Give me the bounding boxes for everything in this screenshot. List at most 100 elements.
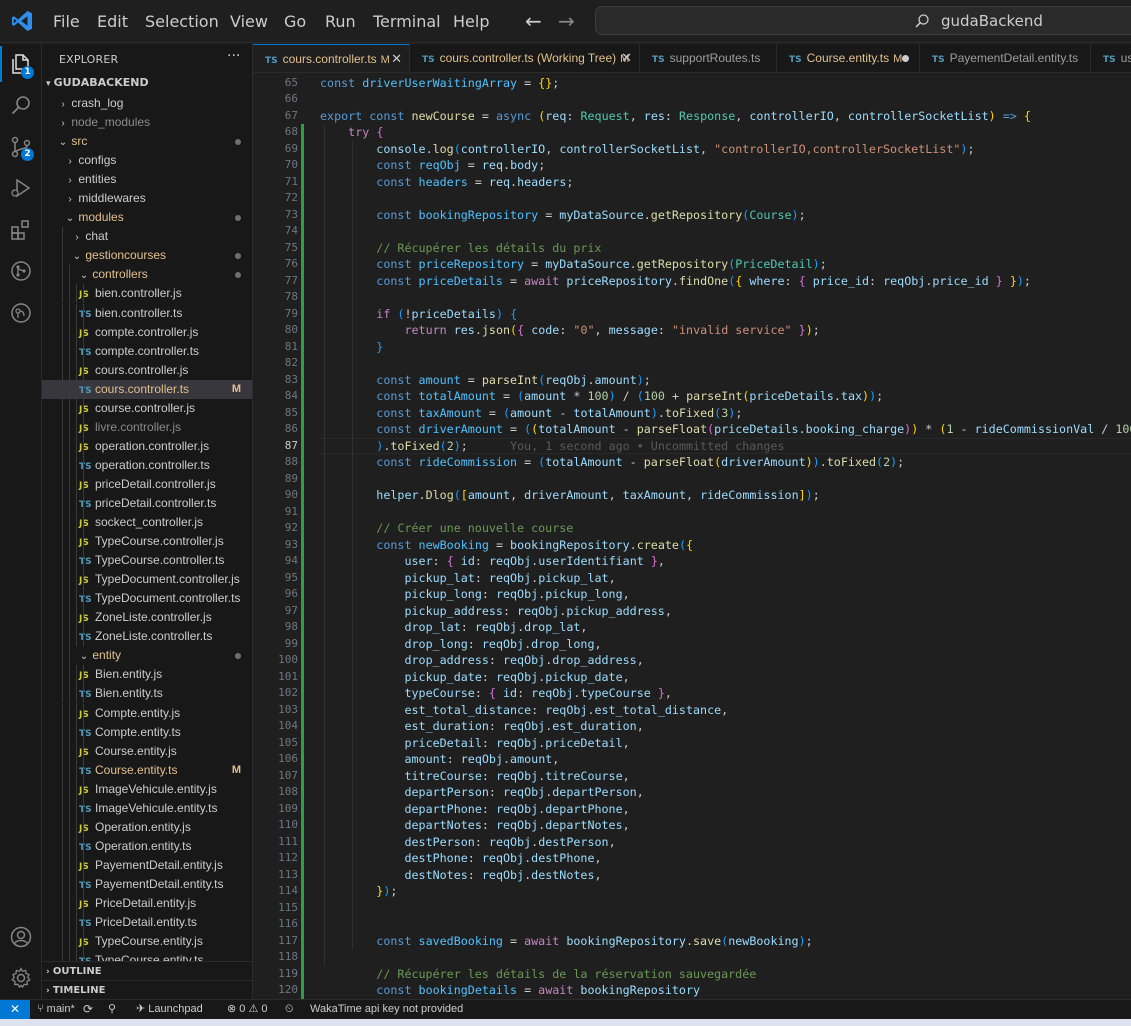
account-icon[interactable] (9, 925, 33, 949)
code-line[interactable]: const driverUserWaitingArray = {}; (320, 75, 559, 92)
tree-file[interactable]: JScompte.controller.js (42, 322, 252, 342)
tree-file[interactable]: TS operation.controller.ts (42, 455, 252, 475)
tree-folder[interactable]: ⌄ gestioncourses (42, 246, 252, 266)
branch-indicator[interactable]: ⑂ main* (37, 1000, 75, 1019)
code-line[interactable]: departPhone: reqObj.departPhone, (320, 801, 629, 818)
code-line[interactable]: return res.json({ code: "0", message: "i… (320, 322, 819, 339)
code-line[interactable]: departNotes: reqObj.departNotes, (320, 817, 629, 834)
menu-help[interactable]: Help (453, 12, 489, 31)
code-line[interactable]: est_duration: reqObj.est_duration, (320, 718, 643, 735)
tree-file[interactable]: TS compte.controller.ts (42, 341, 252, 361)
code-line[interactable]: pickup_lat: reqObj.pickup_lat, (320, 570, 615, 587)
code-line[interactable]: const savedBooking = await bookingReposi… (320, 933, 812, 950)
remote-indicator-icon[interactable]: ✕ (0, 1000, 30, 1020)
tree-file[interactable]: JSCompte.entity.js (42, 703, 252, 723)
tree-file[interactable]: JSlivre.controller.js (42, 417, 252, 437)
tree-file[interactable]: JSPriceDetail.entity.js (42, 893, 252, 913)
code-line[interactable]: titreCourse: reqObj.titreCourse, (320, 768, 629, 785)
git-graph-status-icon[interactable]: ⚲ (108, 1000, 116, 1019)
code-line[interactable]: const rideCommission = (totalAmount - pa… (320, 454, 904, 471)
menu-go[interactable]: Go (284, 12, 306, 31)
tree-file[interactable]: JSCourse.entity.js (42, 741, 252, 761)
code-line[interactable]: const taxAmount = (amount - totalAmount)… (320, 405, 742, 422)
tree-file[interactable]: TS Bien.entity.ts (42, 684, 252, 704)
run-debug-icon[interactable] (9, 176, 33, 200)
code-line[interactable]: destNotes: reqObj.destNotes, (320, 867, 601, 884)
tree-file[interactable]: JSPayementDetail.entity.js (42, 855, 252, 875)
code-line[interactable]: amount: reqObj.amount, (320, 751, 559, 768)
tree-file[interactable]: TS ZoneListe.controller.ts (42, 627, 252, 647)
launchpad-status[interactable]: ✈ Launchpad (136, 1000, 203, 1019)
git-graph-icon[interactable] (9, 259, 33, 283)
tree-file[interactable]: TS TypeDocument.controller.ts (42, 589, 252, 609)
tree-folder[interactable]: ⌄ entity (42, 646, 252, 666)
tree-file[interactable]: TS bien.controller.ts (42, 303, 252, 323)
editor-tab[interactable]: TS cours.controller.ts (Working Tree) M ✕ (410, 44, 640, 72)
problems-indicator[interactable]: ⊗ 0 ⚠ 0 (227, 1000, 268, 1019)
menu-terminal[interactable]: Terminal (373, 12, 441, 31)
code-line[interactable]: const bookingRepository = myDataSource.g… (320, 207, 805, 224)
tree-file[interactable]: TS PayementDetail.entity.ts (42, 874, 252, 894)
workspace-folder-header[interactable]: ▾ GUDABACKEND (42, 73, 252, 92)
code-line[interactable]: const bookingDetails = await bookingRepo… (320, 982, 700, 999)
code-line[interactable]: const headers = req.headers; (320, 174, 573, 191)
code-line[interactable]: const driverAmount = ((totalAmount - par… (320, 421, 1131, 438)
code-line[interactable]: const reqObj = req.body; (320, 157, 545, 174)
code-line[interactable]: pickup_address: reqObj.pickup_address, (320, 603, 671, 620)
code-line[interactable]: pickup_date: reqObj.pickup_date, (320, 669, 629, 686)
tree-file[interactable]: JSoperation.controller.js (42, 436, 252, 456)
code-line[interactable]: const newBooking = bookingRepository.cre… (320, 537, 693, 554)
arrow-right-icon[interactable]: → (558, 9, 575, 33)
arrow-left-icon[interactable]: ← (525, 9, 542, 33)
tree-folder[interactable]: › node_modules (42, 113, 252, 132)
code-line[interactable]: pickup_long: reqObj.pickup_long, (320, 586, 629, 603)
code-line[interactable]: drop_long: reqObj.drop_long, (320, 636, 601, 653)
extensions-icon[interactable] (9, 218, 33, 242)
tree-file[interactable]: TS Course.entity.ts M (42, 760, 252, 780)
tree-file[interactable]: TS ImageVehicule.entity.ts (42, 798, 252, 818)
code-line[interactable]: const priceRepository = myDataSource.get… (320, 256, 826, 273)
tree-file[interactable]: JSsockect_controller.js (42, 513, 252, 533)
tree-folder[interactable]: › entities (42, 170, 252, 189)
code-line[interactable]: // Créer une nouvelle course (320, 520, 573, 537)
tree-folder[interactable]: ⌄ modules (42, 208, 252, 227)
tree-file[interactable]: TS PriceDetail.entity.ts (42, 913, 252, 933)
tree-file[interactable]: JSZoneListe.controller.js (42, 608, 252, 628)
code-line[interactable]: user: { id: reqObj.userIdentifiant }, (320, 553, 664, 570)
code-line[interactable]: export const newCourse = async (req: Req… (320, 108, 1031, 125)
editor-tab[interactable]: TS PayementDetail.entity.ts (920, 44, 1091, 72)
tree-file[interactable]: JSTypeCourse.controller.js (42, 532, 252, 552)
tree-file[interactable]: JSBien.entity.js (42, 665, 252, 685)
tree-file[interactable]: TS Compte.entity.ts (42, 722, 252, 742)
tree-folder[interactable]: › crash_log (42, 94, 252, 113)
tree-folder[interactable]: › chat (42, 227, 252, 247)
code-line[interactable]: // Récupérer les détails du prix (320, 240, 601, 257)
editor-tab[interactable]: TS cours.controller.ts M ✕ (253, 44, 410, 72)
code-line[interactable]: ).toFixed(2); You, 1 second ago • Uncomm… (320, 438, 784, 455)
menu-run[interactable]: Run (325, 12, 356, 31)
code-editor[interactable]: 65 66 67 68 69 70 71 72 73 74 75 76 77 78 79 80 81 82 83 84… (253, 74, 1131, 999)
launchpad-icon[interactable] (9, 301, 33, 325)
menu-selection[interactable]: Selection (145, 12, 219, 31)
sync-icon[interactable]: ⟳ (83, 1000, 93, 1019)
more-actions-icon[interactable]: ··· (227, 48, 240, 64)
tree-file[interactable]: TS priceDetail.controller.ts (42, 493, 252, 513)
code-line[interactable]: departPerson: reqObj.departPerson, (320, 784, 643, 801)
command-center-search[interactable]: gudaBackend (595, 6, 1131, 35)
tree-file[interactable]: JSTypeCourse.entity.js (42, 932, 252, 952)
tree-file[interactable]: JSbien.controller.js (42, 284, 252, 304)
tree-file[interactable]: JSImageVehicule.entity.js (42, 779, 252, 799)
code-line[interactable]: helper.Dlog([amount, driverAmount, taxAm… (320, 487, 819, 504)
code-line[interactable]: const priceDetails = await priceReposito… (320, 273, 1031, 290)
tree-folder[interactable]: › configs (42, 151, 252, 170)
tree-file[interactable]: JScourse.controller.js (42, 398, 252, 418)
menu-view[interactable]: View (230, 12, 268, 31)
code-line[interactable]: }); (320, 883, 397, 900)
outline-section-header[interactable]: › OUTLINE (42, 961, 252, 980)
tree-folder[interactable]: › middlewares (42, 189, 252, 208)
history-icon[interactable]: ⏲ (285, 1000, 294, 1019)
settings-gear-icon[interactable] (9, 966, 33, 990)
code-line[interactable]: est_total_distance: reqObj.est_total_dis… (320, 702, 728, 719)
editor-tab[interactable]: TS Course.entity.ts M (777, 44, 920, 72)
tree-file[interactable]: JSpriceDetail.controller.js (42, 474, 252, 494)
